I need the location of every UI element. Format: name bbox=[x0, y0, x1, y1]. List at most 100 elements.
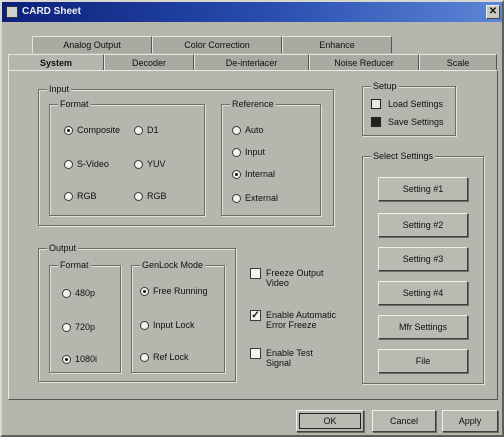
tab-deinterlacer[interactable]: De-interlacer bbox=[194, 54, 309, 71]
tab-row-front: System Decoder De-interlacer Noise Reduc… bbox=[2, 54, 502, 71]
radio-dot bbox=[140, 352, 149, 362]
input-group: Input Format Composite D1 S-Video YUV RG bbox=[38, 84, 334, 226]
title-bar[interactable]: CARD Sheet ✕ bbox=[2, 2, 502, 22]
setup-group: Setup Load Settings Save Settings bbox=[362, 81, 456, 136]
setting-2-button[interactable]: Setting #2 bbox=[378, 213, 468, 237]
genlock-legend: GenLock Mode bbox=[140, 260, 206, 270]
radio-480p[interactable]: 480p bbox=[62, 288, 95, 298]
tab-noise-reducer[interactable]: Noise Reducer bbox=[309, 54, 419, 71]
radio-label: 720p bbox=[75, 322, 96, 332]
radio-label: 480p bbox=[75, 288, 96, 298]
tab-enhance[interactable]: Enhance bbox=[282, 36, 392, 53]
close-icon[interactable]: ✕ bbox=[486, 5, 500, 19]
setting-3-button[interactable]: Setting #3 bbox=[378, 247, 468, 271]
checkbox-box bbox=[250, 348, 261, 359]
radio-dot bbox=[232, 193, 241, 203]
input-legend: Input bbox=[47, 84, 72, 94]
radio-free-running[interactable]: Free Running bbox=[140, 286, 208, 296]
radio-input[interactable]: Input bbox=[232, 147, 265, 157]
output-format-legend: Format bbox=[58, 260, 91, 270]
tab-scale[interactable]: Scale bbox=[419, 54, 497, 71]
save-icon bbox=[371, 117, 381, 127]
reference-legend: Reference bbox=[230, 99, 276, 109]
enable-test-signal-checkbox[interactable]: Enable Test Signal bbox=[250, 348, 313, 368]
radio-label: Save Settings bbox=[388, 117, 444, 127]
radio-dot bbox=[64, 191, 73, 201]
radio-dot bbox=[64, 125, 73, 135]
radio-label: Load Settings bbox=[388, 99, 444, 109]
radio-label: 1080i bbox=[75, 354, 98, 364]
checkbox-label: Freeze Output Video bbox=[266, 268, 324, 288]
radio-internal[interactable]: Internal bbox=[232, 169, 275, 179]
window-title: CARD Sheet bbox=[22, 6, 81, 17]
radio-ref-lock[interactable]: Ref Lock bbox=[140, 352, 189, 362]
select-settings-legend: Select Settings bbox=[371, 151, 436, 161]
load-settings-option[interactable]: Load Settings bbox=[371, 99, 443, 109]
radio-label: External bbox=[245, 193, 279, 203]
card-sheet-window: CARD Sheet ✕ Analog Output Color Correct… bbox=[0, 0, 504, 437]
tab-system[interactable]: System bbox=[8, 54, 104, 71]
radio-label: D1 bbox=[147, 125, 159, 135]
radio-dot bbox=[64, 159, 73, 169]
radio-label: Ref Lock bbox=[153, 352, 189, 362]
radio-720p[interactable]: 720p bbox=[62, 322, 95, 332]
save-settings-option[interactable]: Save Settings bbox=[371, 117, 444, 127]
genlock-group: GenLock Mode Free Running Input Lock Ref… bbox=[131, 260, 225, 373]
ok-button[interactable]: OK bbox=[296, 410, 364, 432]
radio-dot bbox=[232, 125, 241, 135]
radio-d1[interactable]: D1 bbox=[134, 125, 159, 135]
load-icon bbox=[371, 99, 381, 109]
radio-1080i[interactable]: 1080i bbox=[62, 354, 97, 364]
file-button[interactable]: File bbox=[378, 349, 468, 373]
radio-dot bbox=[62, 354, 71, 364]
radio-external[interactable]: External bbox=[232, 193, 278, 203]
radio-dot bbox=[134, 125, 143, 135]
input-format-group: Format Composite D1 S-Video YUV RGB RGB bbox=[49, 99, 205, 216]
radio-dot bbox=[140, 286, 149, 296]
radio-label: YUV bbox=[147, 159, 166, 169]
tab-analog-output[interactable]: Analog Output bbox=[32, 36, 152, 53]
input-format-legend: Format bbox=[58, 99, 91, 109]
radio-auto[interactable]: Auto bbox=[232, 125, 264, 135]
mfr-settings-button[interactable]: Mfr Settings bbox=[378, 315, 468, 339]
radio-label: S-Video bbox=[77, 159, 109, 169]
radio-dot bbox=[232, 147, 241, 157]
radio-svideo[interactable]: S-Video bbox=[64, 159, 109, 169]
select-settings-group: Select Settings Setting #1 Setting #2 Se… bbox=[362, 151, 484, 384]
radio-label: RGB bbox=[77, 191, 97, 201]
radio-label: Internal bbox=[245, 169, 276, 179]
tab-row-back: Analog Output Color Correction Enhance bbox=[2, 36, 502, 53]
apply-button[interactable]: Apply bbox=[442, 410, 498, 432]
reference-group: Reference Auto Input Internal External bbox=[221, 99, 321, 216]
radio-rgb[interactable]: RGB bbox=[134, 191, 167, 201]
setup-legend: Setup bbox=[371, 81, 399, 91]
checkbox-box bbox=[250, 268, 261, 279]
tab-decoder[interactable]: Decoder bbox=[104, 54, 194, 71]
tab-color-correction[interactable]: Color Correction bbox=[152, 36, 282, 53]
radio-dot bbox=[232, 169, 241, 179]
checkbox-label: Enable Test Signal bbox=[266, 348, 313, 368]
radio-label: Input Lock bbox=[153, 320, 195, 330]
radio-dot bbox=[134, 191, 143, 201]
radio-dot bbox=[134, 159, 143, 169]
radio-dot bbox=[140, 320, 149, 330]
radio-rgb-alt[interactable]: RGB bbox=[64, 191, 97, 201]
radio-label: Composite bbox=[77, 125, 121, 135]
radio-composite[interactable]: Composite bbox=[64, 125, 120, 135]
cancel-button[interactable]: Cancel bbox=[372, 410, 436, 432]
freeze-output-video-checkbox[interactable]: Freeze Output Video bbox=[250, 268, 324, 288]
radio-input-lock[interactable]: Input Lock bbox=[140, 320, 195, 330]
checkbox-label: Enable Automatic Error Freeze bbox=[266, 310, 337, 330]
setting-4-button[interactable]: Setting #4 bbox=[378, 281, 468, 305]
radio-label: Free Running bbox=[153, 286, 208, 296]
check-icon: ✓ bbox=[250, 310, 261, 321]
radio-label: Input bbox=[245, 147, 266, 157]
enable-automatic-error-freeze-checkbox[interactable]: ✓ Enable Automatic Error Freeze bbox=[250, 310, 336, 330]
setting-1-button[interactable]: Setting #1 bbox=[378, 177, 468, 201]
output-legend: Output bbox=[47, 243, 79, 253]
radio-yuv[interactable]: YUV bbox=[134, 159, 166, 169]
radio-label: Auto bbox=[245, 125, 264, 135]
radio-label: RGB bbox=[147, 191, 167, 201]
app-icon bbox=[6, 6, 18, 18]
output-format-group: Format 480p 720p 1080i bbox=[49, 260, 121, 373]
